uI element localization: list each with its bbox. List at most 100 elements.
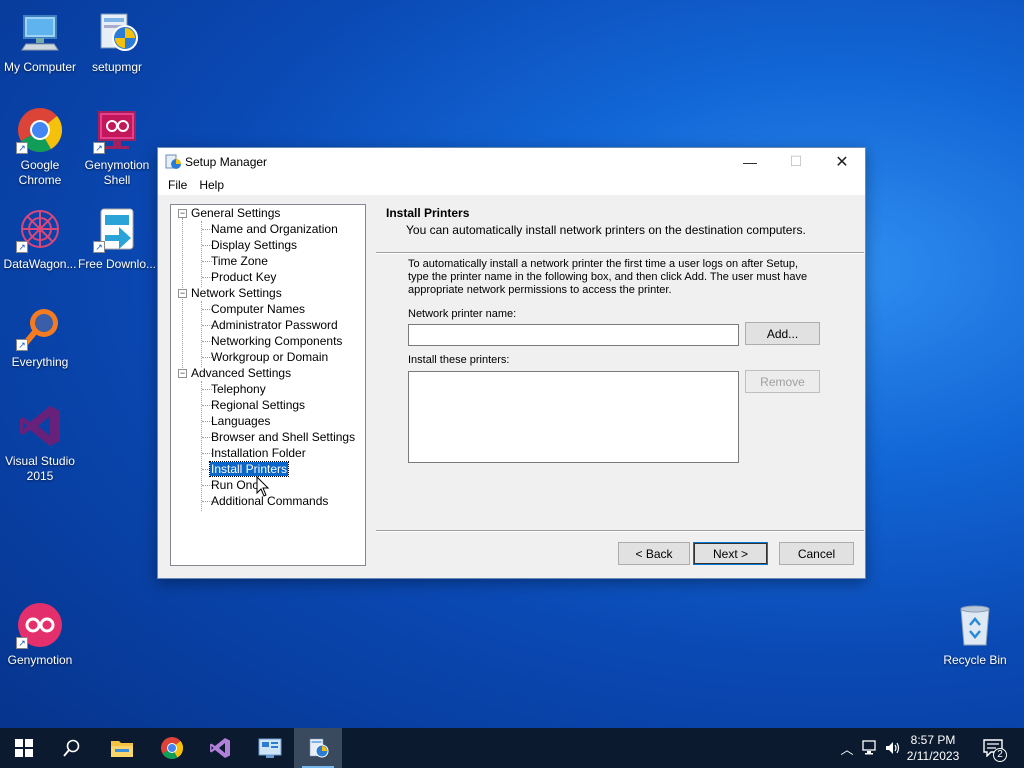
maximize-icon: ☐ xyxy=(789,153,803,169)
page-title: Install Printers xyxy=(386,206,470,220)
page-header: Install Printers You can automatically i… xyxy=(386,206,806,237)
tree-item-install-printers[interactable]: Install Printers xyxy=(208,461,290,477)
tree-item-display-settings[interactable]: Display Settings xyxy=(211,237,297,253)
printer-name-input[interactable] xyxy=(408,324,739,346)
shortcut-arrow-icon: ↗ xyxy=(16,339,28,351)
desktop-icon-my-computer[interactable]: My Computer xyxy=(0,8,80,75)
tree-collapse-icon[interactable]: − xyxy=(178,209,187,218)
next-button[interactable]: Next > xyxy=(693,542,768,565)
menu-file[interactable]: File xyxy=(162,178,193,192)
tree-item-installation-folder[interactable]: Installation Folder xyxy=(211,445,306,461)
control-panel-icon xyxy=(258,738,282,758)
visual-studio-icon xyxy=(210,738,230,758)
tree-item-regional-settings[interactable]: Regional Settings xyxy=(211,397,305,413)
tree-item-product-key[interactable]: Product Key xyxy=(211,269,276,285)
tree-item-computer-names[interactable]: Computer Names xyxy=(211,301,305,317)
clock[interactable]: 8:57 PM 2/11/2023 xyxy=(898,732,968,764)
cancel-button[interactable]: Cancel xyxy=(779,542,854,565)
desktop-icon-visual-studio[interactable]: Visual Studio 2015 xyxy=(0,402,80,484)
shortcut-arrow-icon: ↗ xyxy=(16,241,28,253)
desktop-icon-genymotion-shell[interactable]: ↗ Genymotion Shell xyxy=(77,106,157,188)
tree-item-time-zone[interactable]: Time Zone xyxy=(211,253,268,269)
shortcut-arrow-icon: ↗ xyxy=(16,637,28,649)
notifications-button[interactable]: 2 xyxy=(970,728,1016,768)
desktop-icon-label: Visual Studio 2015 xyxy=(5,454,75,483)
desktop-icon-datawagon[interactable]: ↗ DataWagon... xyxy=(0,205,80,272)
setupmgr-app-icon xyxy=(165,154,181,169)
desktop-icon-genymotion[interactable]: ↗ Genymotion xyxy=(0,601,80,668)
tree-group-network-settings[interactable]: Network Settings xyxy=(191,285,282,301)
chrome-icon: ↗ xyxy=(16,106,64,154)
chevron-up-icon[interactable]: ︿ xyxy=(838,739,856,758)
tree-line xyxy=(201,381,202,511)
tree-item-languages[interactable]: Languages xyxy=(211,413,270,429)
tree-item-workgroup-or-domain[interactable]: Workgroup or Domain xyxy=(211,349,328,365)
mouse-cursor-icon xyxy=(256,476,270,497)
desktop-icon-label: Everything xyxy=(11,355,69,369)
title-bar[interactable]: Setup Manager — ☐ ✕ xyxy=(158,148,865,175)
taskbar-visual-studio[interactable] xyxy=(196,728,244,768)
tree-group-advanced-settings[interactable]: Advanced Settings xyxy=(191,365,291,381)
recycle-bin-icon xyxy=(951,601,999,649)
visual-studio-icon xyxy=(16,402,64,450)
page-description: To automatically install a network print… xyxy=(408,258,808,296)
setupmgr-icon xyxy=(309,738,329,758)
network-icon[interactable] xyxy=(862,740,880,756)
tree-item-browser-and-shell-settings[interactable]: Browser and Shell Settings xyxy=(211,429,355,445)
tree-item-networking-components[interactable]: Networking Components xyxy=(211,333,342,349)
setup-manager-window: Setup Manager — ☐ ✕ File Help − General … xyxy=(157,147,866,579)
windows-logo-icon xyxy=(15,739,33,757)
maximize-button[interactable]: ☐ xyxy=(773,148,819,175)
add-button[interactable]: Add... xyxy=(745,322,820,345)
taskbar-chrome[interactable] xyxy=(148,728,196,768)
desktop-icon-everything[interactable]: ↗ Everything xyxy=(0,303,80,370)
settings-tree[interactable]: − General Settings Name and Organization… xyxy=(170,204,366,566)
start-button[interactable] xyxy=(0,728,48,768)
minimize-icon: — xyxy=(743,153,757,170)
desktop-icon-google-chrome[interactable]: ↗ Google Chrome xyxy=(0,106,80,188)
remove-button[interactable]: Remove xyxy=(745,370,820,393)
clock-date: 2/11/2023 xyxy=(906,749,960,763)
tree-item-telephony[interactable]: Telephony xyxy=(211,381,266,397)
shortcut-arrow-icon: ↗ xyxy=(93,241,105,253)
magnifier-icon: ↗ xyxy=(16,303,64,351)
menu-help[interactable]: Help xyxy=(193,178,230,192)
clock-time: 8:57 PM xyxy=(910,733,956,747)
printer-name-label: Network printer name: xyxy=(408,308,517,320)
tree-collapse-icon[interactable]: − xyxy=(178,369,187,378)
folder-icon xyxy=(111,741,133,757)
desktop-icon-label: Recycle Bin xyxy=(943,653,1007,667)
taskbar-file-explorer[interactable] xyxy=(98,728,146,768)
taskbar-setupmgr[interactable] xyxy=(294,728,342,768)
minimize-button[interactable]: — xyxy=(727,148,773,175)
setupmgr-icon xyxy=(93,8,141,56)
desktop-icon-label: Free Downlo... xyxy=(77,257,157,271)
desktop-icon-label: Genymotion xyxy=(7,653,73,667)
chrome-icon xyxy=(161,737,184,759)
desktop-icon-label: setupmgr xyxy=(91,60,143,74)
taskbar: ︿ 8:57 PM 2/11/2023 2 xyxy=(0,728,1024,768)
search-button[interactable] xyxy=(48,728,96,768)
tree-item-administrator-password[interactable]: Administrator Password xyxy=(211,317,338,333)
datawagon-icon: ↗ xyxy=(16,205,64,253)
tree-group-general-settings[interactable]: General Settings xyxy=(191,205,280,221)
install-printers-label: Install these printers: xyxy=(408,354,510,366)
page-subtitle: You can automatically install network pr… xyxy=(406,223,806,237)
desktop-icon-label: Genymotion Shell xyxy=(84,158,150,187)
desktop-icon-setupmgr[interactable]: setupmgr xyxy=(77,8,157,75)
tree-item-name-and-organization[interactable]: Name and Organization xyxy=(211,221,338,237)
free-download-icon: ↗ xyxy=(93,205,141,253)
taskbar-control-panel[interactable] xyxy=(246,728,294,768)
install-printers-list[interactable] xyxy=(408,371,739,463)
close-button[interactable]: ✕ xyxy=(819,148,865,175)
header-divider xyxy=(376,252,864,254)
genymotion-icon: ↗ xyxy=(16,601,64,649)
back-button[interactable]: < Back xyxy=(618,542,690,565)
desktop-icon-free-download[interactable]: ↗ Free Downlo... xyxy=(77,205,157,272)
tree-collapse-icon[interactable]: − xyxy=(178,289,187,298)
search-icon xyxy=(63,739,80,757)
desktop-icon-recycle-bin[interactable]: Recycle Bin xyxy=(935,601,1015,668)
computer-icon xyxy=(16,8,64,56)
desktop-icon-label: Google Chrome xyxy=(18,158,62,187)
system-tray: ︿ xyxy=(838,728,902,768)
